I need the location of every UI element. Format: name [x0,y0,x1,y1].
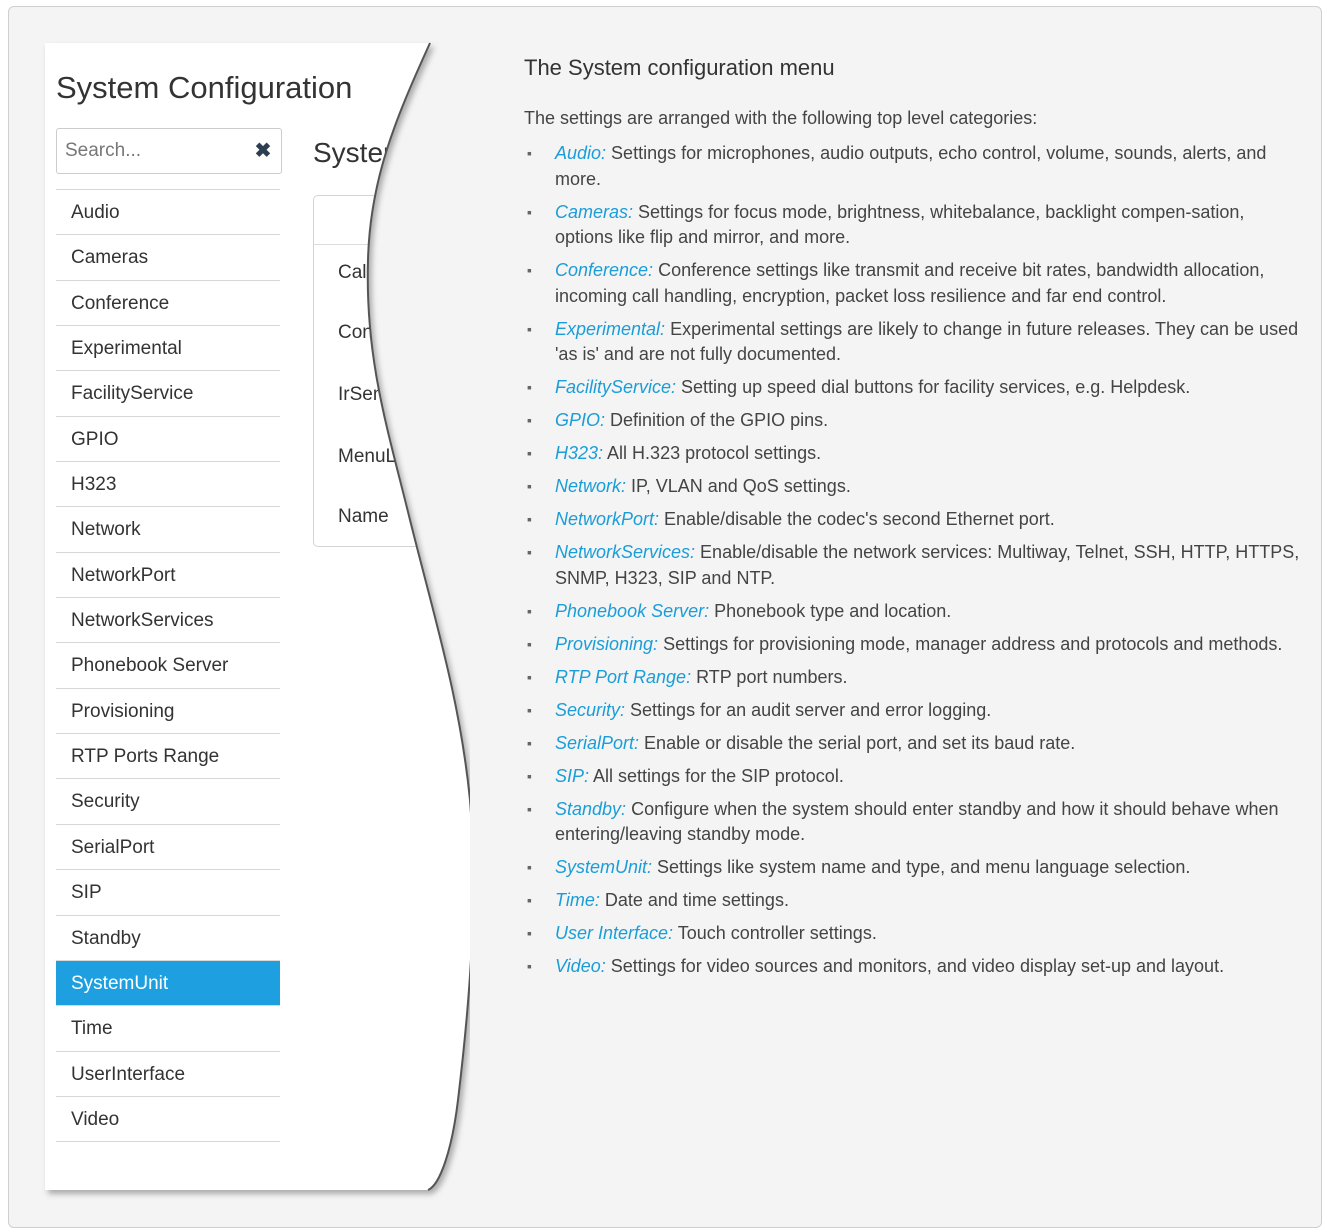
category-description-item: ▪ Experimental: Experimental settings are… [524,317,1306,368]
category-term-link[interactable]: SIP: [555,766,589,786]
bullet-icon: ▪ [527,668,532,685]
bullet-icon: ▪ [527,145,532,161]
category-description-item: ▪ Network: IP, VLAN and QoS settings. [524,474,1306,500]
category-description-text: Configure when the system should enter s… [555,798,1279,845]
category-term-link[interactable]: Cameras: [555,202,633,222]
category-term-link[interactable]: Time: [555,890,600,910]
category-description-item: ▪ FacilityService: Setting up speed dial … [524,375,1306,401]
category-description-item: ▪ NetworkPort: Enable/disable the codec's… [524,507,1306,533]
category-description-text: All H.323 protocol settings. [603,443,822,463]
category-term-link[interactable]: Audio: [555,143,606,163]
category-description-text: Settings for an audit server and error l… [625,699,992,720]
doc-intro: The settings are arranged with the follo… [524,108,1038,128]
category-description-text: Conference settings like transmit and re… [555,260,1265,306]
bullet-icon: ▪ [527,635,532,652]
bullet-icon: ▪ [527,445,532,461]
category-description-text: Setting up speed dial buttons for facili… [676,377,1191,397]
bullet-icon: ▪ [527,602,532,619]
bullet-icon: ▪ [527,767,532,784]
category-description-text: Settings for provisioning mode, manager … [658,633,1283,654]
bullet-icon: ▪ [527,958,532,974]
category-description-text: All settings for the SIP protocol. [589,765,844,786]
bullet-icon: ▪ [527,800,532,817]
bullet-icon: ▪ [527,511,532,527]
category-description-item: ▪ Conference: Conference settings like tr… [524,258,1306,309]
bullet-icon: ▪ [527,701,532,718]
category-description-item: ▪ Provisioning: Settings for provisioning… [524,632,1306,658]
bullet-icon: ▪ [527,379,532,395]
category-description-item: ▪ RTP Port Range: RTP port numbers. [524,665,1306,691]
category-description-item: ▪ Video: Settings for video sources and m… [524,954,1306,980]
category-description-item: ▪ NetworkServices: Enable/disable the net… [524,540,1306,591]
category-description-text: Enable or disable the serial port, and s… [639,732,1076,753]
bullet-icon: ▪ [527,320,532,337]
bullet-icon: ▪ [527,734,532,751]
category-description-item: ▪ Standby: Configure when the system shou… [524,797,1306,848]
category-term-link[interactable]: SerialPort: [555,733,639,753]
bullet-icon: ▪ [527,262,532,278]
category-description-text: Enable/disable the codec's second Ethern… [659,509,1055,529]
bullet-icon: ▪ [527,203,532,220]
bullet-icon: ▪ [527,925,532,941]
category-term-link[interactable]: GPIO: [555,410,605,430]
category-description-text: Touch controller settings. [673,923,877,943]
category-description-item: ▪ Security: Settings for an audit server … [524,698,1306,724]
category-description-text: IP, VLAN and QoS settings. [626,476,851,496]
category-term-link[interactable]: Phonebook Server: [555,601,709,621]
category-term-link[interactable]: Experimental: [555,319,665,339]
category-term-link[interactable]: FacilityService: [555,377,676,397]
bullet-icon: ▪ [527,544,532,560]
category-description-item: ▪ Audio: Settings for microphones, audio … [524,141,1306,192]
category-description-item: ▪ SIP: All settings for the SIP protocol. [524,764,1306,790]
category-description-item: ▪ Phonebook Server: Phonebook type and lo… [524,599,1306,625]
category-description-item: ▪ Time: Date and time settings. [524,888,1306,914]
category-description-item: ▪ Cameras: Settings for focus mode, brigh… [524,200,1306,251]
bullet-icon: ▪ [527,892,532,908]
category-description-text: Definition of the GPIO pins. [605,410,829,430]
category-description-text: Phonebook type and location. [709,600,952,621]
category-description-text: Settings for video sources and monitors,… [605,956,1225,976]
bullet-icon: ▪ [527,412,532,428]
category-term-link[interactable]: Network: [555,476,626,496]
category-description-text: Settings for focus mode, brightness, whi… [555,201,1245,248]
category-description-text: Date and time settings. [599,890,789,910]
category-term-link[interactable]: H323: [555,443,603,463]
category-description-item: ▪ SystemUnit: Settings like system name a… [524,855,1306,881]
category-term-link[interactable]: User Interface: [555,923,673,943]
ui-screenshot-excerpt: System Configuration ✖ AudioCamerasConfe… [0,0,470,1232]
category-description-item: ▪ User Interface: Touch controller settin… [524,921,1306,947]
category-term-link[interactable]: SystemUnit: [555,857,652,877]
category-description-text: Experimental settings are likely to chan… [555,318,1299,365]
category-term-link[interactable]: NetworkServices: [555,542,695,562]
category-description-text: Settings like system name and type, and … [652,857,1191,877]
category-description-item: ▪ H323: All H.323 protocol settings. [524,441,1306,467]
category-term-link[interactable]: Provisioning: [555,634,658,654]
category-description-item: ▪ GPIO: Definition of the GPIO pins. [524,408,1306,434]
category-term-link[interactable]: Video: [555,956,606,976]
doc-title: The System configuration menu [524,55,835,80]
category-description-item: ▪ SerialPort: Enable or disable the seria… [524,731,1306,757]
category-term-link[interactable]: Security: [555,700,625,720]
category-description-list: ▪ Audio: Settings for microphones, audio … [524,141,1306,987]
bullet-icon: ▪ [527,859,532,875]
category-term-link[interactable]: Standby: [555,799,626,819]
category-term-link[interactable]: NetworkPort: [555,509,659,529]
category-description-text: RTP port numbers. [691,666,848,687]
category-term-link[interactable]: RTP Port Range: [555,667,691,687]
category-description-text: Settings for microphones, audio outputs,… [555,143,1267,189]
category-term-link[interactable]: Conference: [555,260,653,280]
bullet-icon: ▪ [527,478,532,494]
torn-edge-outline [366,42,470,1191]
